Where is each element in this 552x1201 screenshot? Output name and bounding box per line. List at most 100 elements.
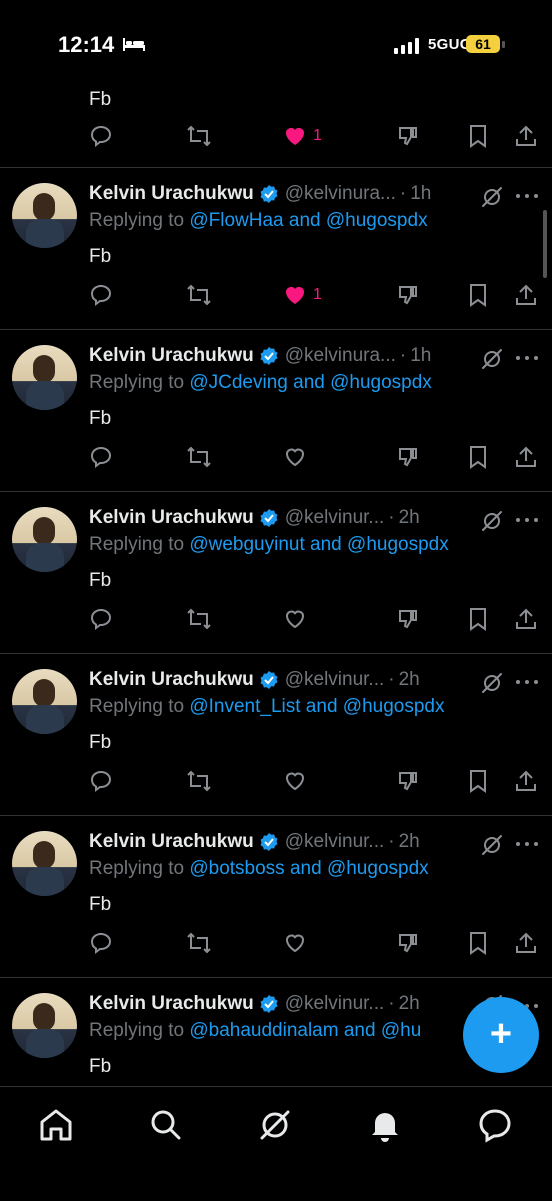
tweet-header: Kelvin Urachukwu @kelvinur... · 2h [89,504,420,532]
bookmark-icon[interactable] [467,445,489,469]
display-name[interactable]: Kelvin Urachukwu [89,345,254,367]
replying-prefix: Replying to [89,1020,190,1041]
share-icon[interactable] [514,769,538,793]
share-icon[interactable] [514,607,538,631]
retweet-icon[interactable] [186,769,212,793]
grok-icon[interactable] [480,185,504,209]
verified-badge-icon [260,347,278,365]
replying-prefix: Replying to [89,210,190,231]
like-icon[interactable] [283,931,307,955]
reply-icon[interactable] [89,283,113,307]
bookmark-icon[interactable] [467,769,489,793]
avatar[interactable] [12,993,77,1058]
tweet[interactable]: Kelvin Urachukwu @kelvinura... · 1h Repl… [0,329,552,492]
display-name[interactable]: Kelvin Urachukwu [89,507,254,529]
mention-link[interactable]: @FlowHaa [189,210,283,231]
more-options-icon[interactable] [515,679,539,685]
reply-icon[interactable] [89,931,113,955]
avatar[interactable] [12,507,77,572]
search-icon[interactable] [146,1105,186,1145]
tweet-text: Fb [89,894,112,915]
mention-link[interactable]: @webguyinut [189,534,304,555]
grok-icon[interactable] [480,347,504,371]
mention-link[interactable]: @JCdeving [189,372,288,393]
reply-icon[interactable] [89,445,113,469]
more-options-icon[interactable] [515,193,539,199]
reply-feed[interactable]: Fb 1 Kelvin Urachukwu @kelvinura... · 1h… [0,86,552,1086]
tweet[interactable]: Kelvin Urachukwu @kelvinur... · 2h Reply… [0,815,552,978]
retweet-icon[interactable] [186,607,212,631]
more-options-icon[interactable] [515,841,539,847]
avatar[interactable] [12,345,77,410]
grok-icon[interactable] [480,509,504,533]
retweet-icon[interactable] [186,931,212,955]
tweet[interactable]: Kelvin Urachukwu @kelvinura... · 1h Repl… [0,167,552,330]
mention-link[interactable]: @botsboss [189,858,284,879]
grok-icon[interactable] [255,1105,295,1145]
downvote-icon[interactable] [396,283,420,307]
tweet-text: Fb [89,246,112,267]
share-icon[interactable] [514,931,538,955]
display-name[interactable]: Kelvin Urachukwu [89,993,254,1015]
like-icon[interactable] [283,607,307,631]
avatar-body [26,1029,64,1058]
bookmark-icon[interactable] [467,607,489,631]
more-options-icon[interactable] [515,517,539,523]
scrollbar[interactable] [543,210,547,278]
downvote-icon[interactable] [396,931,420,955]
avatar[interactable] [12,183,77,248]
like-icon[interactable] [283,283,307,307]
home-icon[interactable] [36,1105,76,1145]
display-name[interactable]: Kelvin Urachukwu [89,183,254,205]
reply-icon[interactable] [89,607,113,631]
share-icon[interactable] [514,124,538,148]
like-icon[interactable] [283,445,307,469]
retweet-icon[interactable] [186,445,212,469]
bookmark-icon[interactable] [467,283,489,307]
tweet-partial[interactable]: Fb 1 [0,86,552,168]
downvote-icon[interactable] [396,607,420,631]
display-name[interactable]: Kelvin Urachukwu [89,669,254,691]
compose-button[interactable]: + [463,997,539,1073]
mention-link[interactable]: @Invent_List [189,696,300,717]
avatar[interactable] [12,669,77,734]
sleep-mode-icon [123,38,145,51]
tweet-time: 2h [398,507,420,528]
retweet-icon[interactable] [186,283,212,307]
avatar-body [26,705,64,734]
mention-link[interactable]: @bahauddinalam [189,1020,338,1041]
like-icon[interactable] [283,769,307,793]
grok-icon[interactable] [480,833,504,857]
mention-link[interactable]: @hu [381,1020,421,1041]
more-options-icon[interactable] [515,355,539,361]
status-bar: 12:14 5GUC 61 [0,0,552,86]
replying-prefix: Replying to [89,534,190,555]
tweet-text: Fb [89,89,112,110]
mention-link[interactable]: @hugospdx [347,534,449,555]
reply-icon[interactable] [89,769,113,793]
downvote-icon[interactable] [396,124,420,148]
mention-link[interactable]: @hugospdx [330,372,432,393]
share-icon[interactable] [514,445,538,469]
reply-icon[interactable] [89,124,113,148]
tweet[interactable]: Kelvin Urachukwu @kelvinur... · 2h Reply… [0,653,552,816]
mention-link[interactable]: @hugospdx [327,858,429,879]
bookmark-icon[interactable] [467,931,489,955]
bookmark-icon[interactable] [467,124,489,148]
retweet-icon[interactable] [186,124,212,148]
mention-link[interactable]: @hugospdx [343,696,445,717]
notifications-icon[interactable] [365,1105,405,1145]
mention-conjunction: and [338,1020,381,1041]
user-handle: @kelvinur... [284,993,385,1014]
share-icon[interactable] [514,283,538,307]
mention-link[interactable]: @hugospdx [326,210,428,231]
messages-icon[interactable] [475,1105,515,1145]
downvote-icon[interactable] [396,769,420,793]
display-name[interactable]: Kelvin Urachukwu [89,831,254,853]
grok-icon[interactable] [480,671,504,695]
like-icon[interactable] [283,124,307,148]
replying-to: Replying to @JCdeving and @hugospdx [89,372,432,394]
downvote-icon[interactable] [396,445,420,469]
tweet[interactable]: Kelvin Urachukwu @kelvinur... · 2h Reply… [0,491,552,654]
avatar[interactable] [12,831,77,896]
